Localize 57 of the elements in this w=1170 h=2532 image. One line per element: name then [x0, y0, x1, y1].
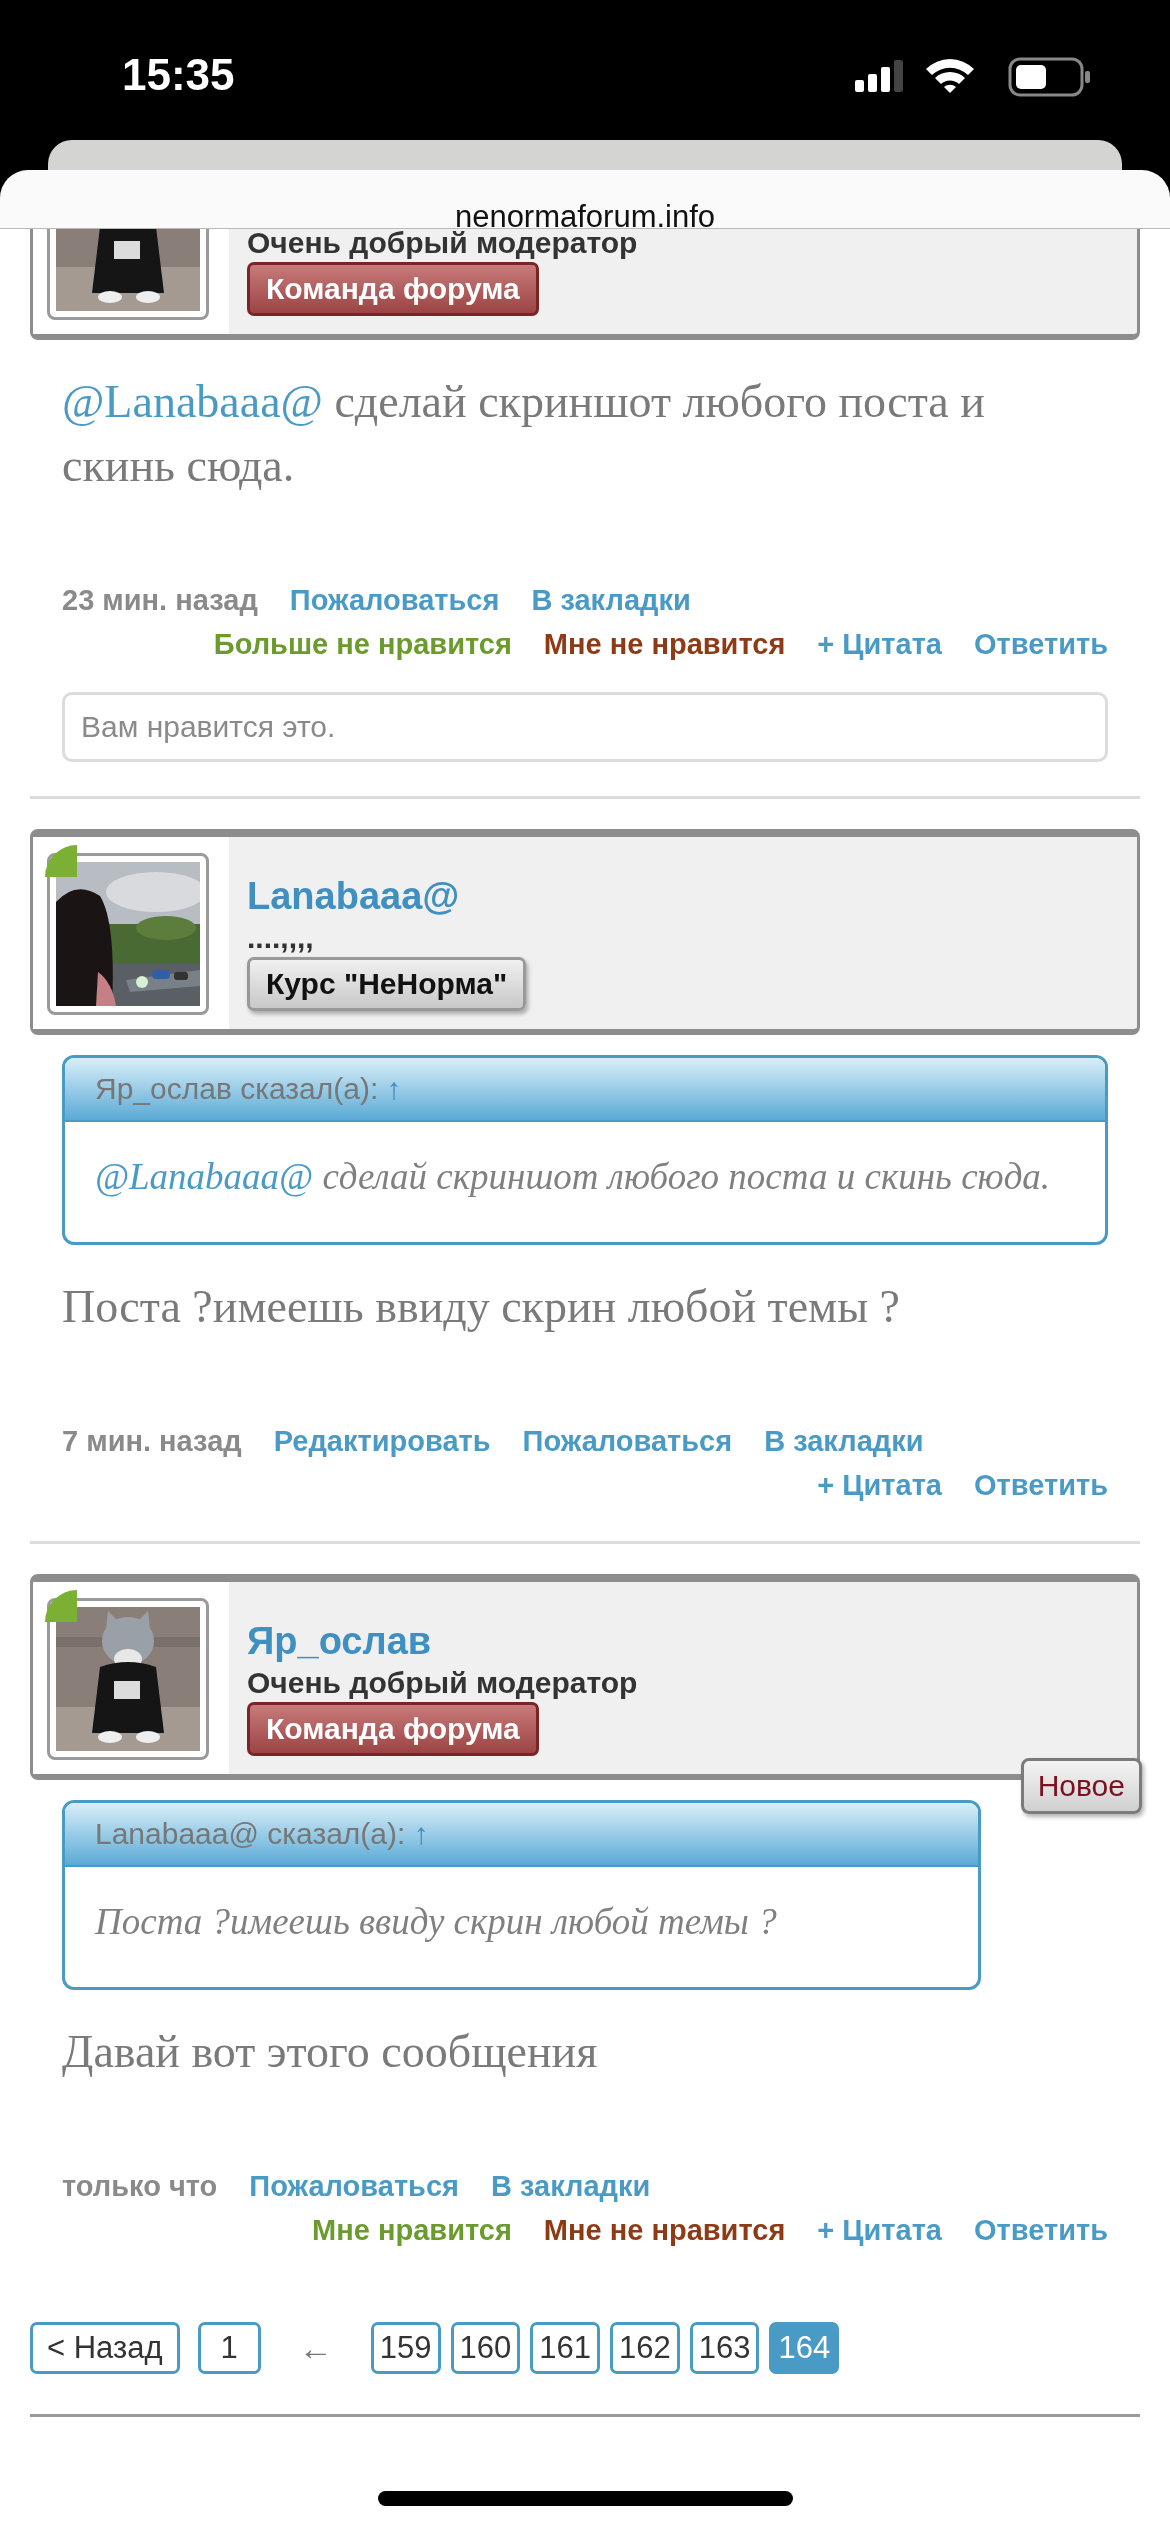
jump-link[interactable]: ↑ — [386, 1072, 402, 1105]
action-link[interactable]: В закладки — [491, 2164, 651, 2208]
action-link[interactable]: + Цитата — [817, 2208, 942, 2252]
avatar-frame[interactable] — [47, 1598, 209, 1760]
quote-text: Поста ?имеешь ввиду скрин любой темы ? — [95, 1901, 777, 1942]
message-text: Поста ?имеешь ввиду скрин любой темы ? — [62, 1281, 900, 1332]
jump-arrow[interactable]: ← — [298, 2322, 333, 2374]
quote-text: @Lanabaaa@ сделай скриншот любого поста и скинь сюда. — [95, 1156, 1051, 1197]
page-button[interactable]: 159 — [370, 2322, 441, 2374]
page-button[interactable]: 161 — [530, 2322, 600, 2374]
likes-summary: Вам нравится это. — [62, 692, 1108, 762]
action-link[interactable]: Ответить — [974, 622, 1108, 666]
unlike-link[interactable]: Больше не нравится — [213, 622, 512, 666]
post-time: 23 мин. назад — [62, 583, 258, 618]
page-button[interactable]: 1 — [197, 2322, 261, 2374]
action-link[interactable]: + Цитата — [817, 1463, 942, 1507]
user-badge: Команда форума — [247, 1702, 539, 1756]
address-bar[interactable]: nenormaforum.info — [0, 170, 1170, 229]
prev-page-button[interactable]: < Назад — [30, 2322, 180, 2374]
post-time: 7 мин. назад — [62, 1424, 242, 1459]
action-link[interactable]: Пожаловаться — [522, 1419, 733, 1463]
mention-link[interactable]: @Lanabaaa@ — [62, 376, 323, 427]
action-link[interactable]: Ответить — [974, 1463, 1108, 1507]
action-link[interactable]: + Цитата — [817, 622, 942, 666]
action-link[interactable]: Редактировать — [273, 1419, 491, 1463]
url-text: nenormaforum.info — [454, 200, 716, 228]
user-title: Очень добрый модератор — [247, 229, 638, 261]
action-link[interactable]: Пожаловаться — [249, 2164, 459, 2208]
user-badge: Команда форума — [247, 262, 539, 316]
avatar-frame[interactable] — [47, 853, 209, 1015]
clock-time: 15:35 — [122, 50, 235, 100]
user-title: Очень добрый модератор — [247, 1665, 638, 1701]
quote-author: Lanabaaa@ сказал(а): — [95, 1817, 407, 1850]
jump-link[interactable]: ↑ — [413, 1817, 429, 1850]
post-time: только что — [62, 2169, 218, 2204]
username-link[interactable]: Яр_ослав — [247, 1618, 432, 1664]
message-text: @Lanabaaa@ сделай скриншот любого поста и скинь сюда. — [62, 376, 985, 491]
page-button[interactable]: 164 — [769, 2322, 840, 2374]
username-link[interactable]: Lanabaaa@ — [247, 873, 460, 919]
action-link[interactable]: В закладки — [764, 1419, 924, 1463]
page-button[interactable]: 162 — [610, 2322, 680, 2374]
wifi-icon — [924, 56, 976, 94]
page-button[interactable]: 163 — [689, 2322, 760, 2374]
battery-icon — [1008, 57, 1092, 97]
new-badge: Новое — [1020, 1758, 1142, 1814]
quote-author: Яр_ослав сказал(а): — [95, 1072, 380, 1105]
page-button[interactable]: 160 — [450, 2322, 521, 2374]
user-title: ....,,,, — [247, 920, 314, 956]
mention-link[interactable]: @Lanabaaa@ — [95, 1156, 314, 1197]
dislike-link[interactable]: Мне не нравится — [543, 622, 786, 666]
dislike-link[interactable]: Мне не нравится — [543, 2208, 786, 2252]
user-badge: Курс "НеНорма" — [247, 957, 527, 1011]
action-link[interactable]: Ответить — [974, 2208, 1108, 2252]
like-link[interactable]: Мне нравится — [312, 2208, 512, 2252]
action-link[interactable]: Пожаловаться — [289, 578, 500, 622]
message-text: Давай вот этого сообщения — [62, 2026, 598, 2077]
action-link[interactable]: В закладки — [531, 578, 691, 622]
